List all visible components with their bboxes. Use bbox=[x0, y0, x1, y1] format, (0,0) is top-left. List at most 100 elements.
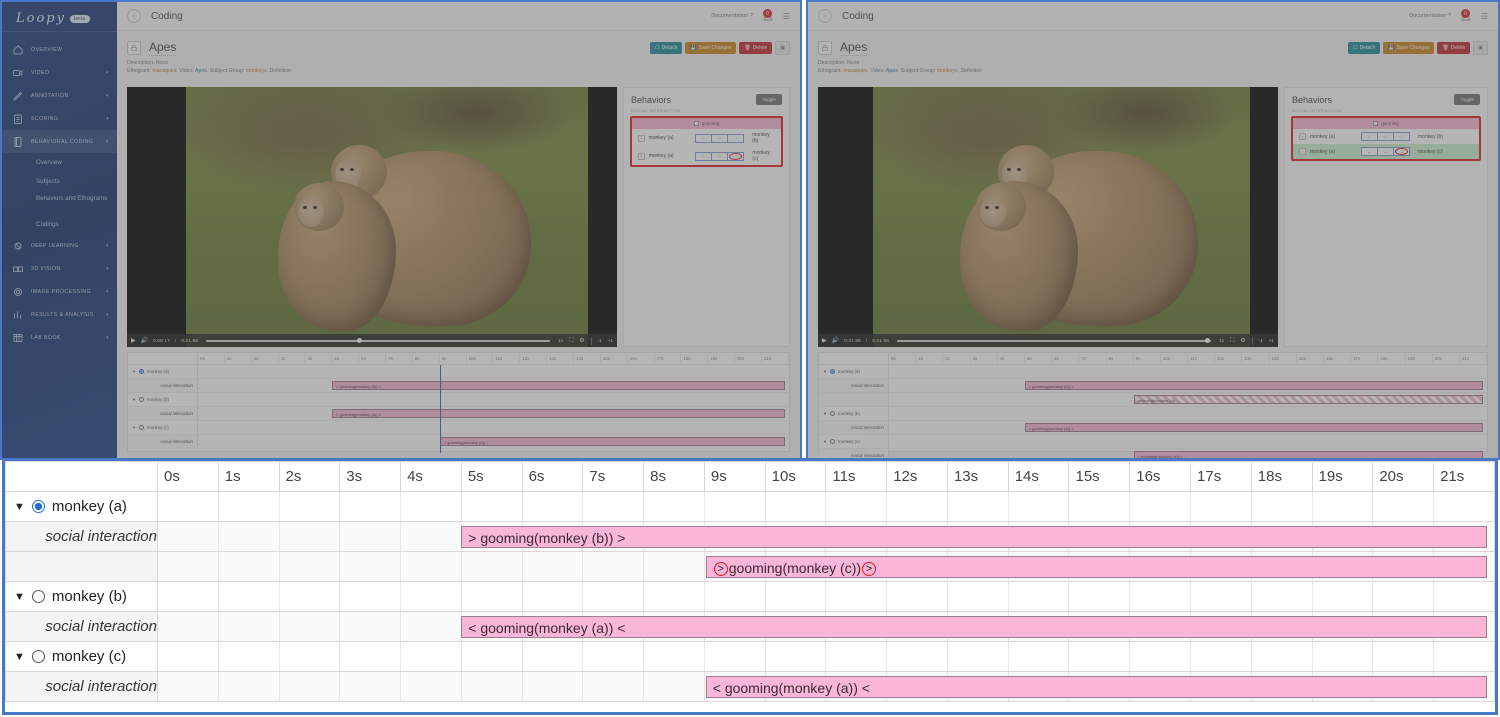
sidebar-subitem-codings[interactable]: Codings bbox=[2, 215, 117, 234]
subject-radio[interactable] bbox=[829, 411, 835, 416]
sidebar-subitem-overview[interactable]: Overview bbox=[2, 153, 117, 172]
subject-radio-selected[interactable] bbox=[31, 500, 45, 513]
subject-radio[interactable] bbox=[829, 369, 835, 374]
frame-forward-button[interactable]: +1 bbox=[1269, 338, 1274, 343]
sidebar-item-annotation[interactable]: ANNOTATION ▾ bbox=[2, 84, 117, 107]
playhead[interactable] bbox=[439, 365, 441, 453]
menu-icon[interactable]: ☰ bbox=[783, 12, 790, 21]
subject-toggle[interactable]: ▼ monkey (a) bbox=[6, 498, 157, 515]
timeline-subject-row[interactable]: ▼ monkey (a) bbox=[128, 365, 789, 379]
ethogram-link[interactable]: macaques bbox=[152, 68, 176, 74]
save-changes-button[interactable]: 💾 Save Changes bbox=[685, 42, 737, 54]
fullscreen-icon[interactable]: ⛶ bbox=[1230, 338, 1234, 344]
caret-icon[interactable]: ▼ bbox=[132, 397, 136, 402]
sidebar-item-results-analysis[interactable]: RESULTS & ANALYSIS ▾ bbox=[2, 303, 117, 326]
timeline-behavior-row[interactable]: social interaction < gooming(monkey (a))… bbox=[128, 407, 789, 421]
video-player[interactable] bbox=[818, 87, 1278, 347]
timeline-subject-row[interactable]: ▼ monkey (a) bbox=[819, 365, 1487, 379]
direction-arrows[interactable]: ← ↔ → bbox=[1361, 132, 1410, 141]
volume-icon[interactable]: 🔊 bbox=[141, 338, 148, 344]
video-player[interactable] bbox=[127, 87, 617, 347]
checkbox-icon[interactable] bbox=[1373, 121, 1379, 126]
behaviors-toggle-button[interactable]: Toggle bbox=[1454, 94, 1480, 105]
behavior-track[interactable]: > gooming(monkey (b)) > bbox=[157, 521, 1495, 552]
timeline-behavior-row[interactable]: social interaction < gooming(monkey (a))… bbox=[819, 421, 1487, 435]
track[interactable]: gooming(monkey (c)) bbox=[889, 393, 1487, 406]
timeline-behavior-row[interactable]: social interaction > gooming(monkey (b))… bbox=[819, 379, 1487, 393]
ethogram-link[interactable]: macaques bbox=[843, 68, 867, 74]
track[interactable] bbox=[889, 407, 1487, 420]
playback-speed[interactable]: 1x bbox=[558, 338, 563, 343]
table-row-subject[interactable]: ▼ monkey (a) bbox=[5, 491, 1495, 522]
table-row-behavior[interactable]: social interaction < gooming(monkey (a))… bbox=[5, 611, 1495, 642]
playback-speed[interactable]: 1x bbox=[1219, 338, 1224, 343]
arrow-left-button[interactable]: ← bbox=[695, 133, 713, 143]
caret-down-icon[interactable]: ▼ bbox=[14, 651, 25, 663]
arrow-both-button[interactable]: ↔ bbox=[711, 133, 729, 143]
sidebar-item-deep-learning[interactable]: DEEP LEARNING ▾ bbox=[2, 234, 117, 257]
seek-bar[interactable] bbox=[206, 337, 551, 343]
subject-radio[interactable] bbox=[31, 590, 45, 603]
arrow-right-button[interactable]: → bbox=[727, 133, 745, 143]
seek-bar[interactable] bbox=[897, 337, 1212, 343]
track[interactable]: > gooming(monkey (b)) > bbox=[198, 379, 789, 392]
table-row-subject[interactable]: ▼ monkey (b) bbox=[5, 581, 1495, 612]
arrow-right-button[interactable]: → bbox=[1393, 132, 1410, 141]
arrow-left-button[interactable]: ← bbox=[695, 151, 713, 161]
table-row-behavior[interactable]: social interaction < gooming(monkey (a))… bbox=[5, 671, 1495, 702]
volume-icon[interactable]: 🔊 bbox=[832, 338, 839, 344]
behavior-track[interactable]: < gooming(monkey (a)) < bbox=[157, 671, 1495, 702]
subject-radio[interactable] bbox=[31, 650, 45, 663]
start-marker-circled[interactable]: > bbox=[713, 562, 728, 577]
sidebar-item-overview[interactable]: OVERVIEW bbox=[2, 38, 117, 61]
detach-button[interactable]: ☐ Detach bbox=[1348, 42, 1381, 54]
sidebar-item-3d-vision[interactable]: 3D VISION ▾ bbox=[2, 257, 117, 280]
table-row-behavior-secondary[interactable]: > gooming(monkey (c)) > bbox=[5, 551, 1495, 582]
arrow-right-button[interactable]: → bbox=[1393, 147, 1410, 156]
timeline-behavior-row-ongoing[interactable]: gooming(monkey (c)) bbox=[819, 393, 1487, 407]
behavior-card-header[interactable]: gooming bbox=[1293, 118, 1479, 129]
direction-arrows[interactable]: ← ↔ → bbox=[695, 151, 745, 161]
frame-forward-button[interactable]: +1 bbox=[608, 338, 613, 343]
frame-back-button[interactable]: -1 bbox=[1259, 338, 1263, 343]
timeline-subject-row[interactable]: ▼ monkey (b) bbox=[128, 393, 789, 407]
direction-arrows[interactable]: ← ↔ → bbox=[1361, 147, 1410, 156]
notifications-bell[interactable]: 0 bbox=[1460, 9, 1472, 22]
settings-gear-icon[interactable]: ⚙ bbox=[1240, 338, 1245, 344]
subject-label-cell[interactable]: ▼ monkey (b) bbox=[128, 393, 198, 406]
caret-down-icon[interactable]: ▼ bbox=[14, 501, 25, 513]
detach-button[interactable]: ☐ Detach bbox=[650, 42, 683, 54]
track[interactable] bbox=[889, 365, 1487, 378]
caret-icon[interactable]: ▼ bbox=[823, 439, 827, 444]
subject-cell[interactable]: ▼ monkey (a) bbox=[5, 491, 158, 522]
subject-group-link[interactable]: monkeys bbox=[937, 68, 958, 74]
play-icon[interactable]: ▶ bbox=[822, 338, 827, 344]
subject-track[interactable] bbox=[157, 581, 1495, 612]
track[interactable]: > gooming(monkey (b)) > bbox=[889, 379, 1487, 392]
delete-button[interactable]: 🗑 Delete bbox=[739, 42, 773, 54]
video-link[interactable]: Apes bbox=[195, 68, 207, 74]
subject-group-link[interactable]: monkeys bbox=[246, 68, 267, 74]
arrow-both-button[interactable]: ↔ bbox=[711, 151, 729, 161]
behavior-bar[interactable]: > gooming(monkey (b)) > bbox=[1024, 381, 1484, 390]
subject-label-cell[interactable]: ▼ monkey (a) bbox=[128, 365, 198, 378]
behavior-card-header[interactable]: gooming bbox=[632, 118, 781, 129]
track[interactable] bbox=[198, 365, 789, 378]
behavior-bar[interactable]: > gooming(monkey (b)) > bbox=[332, 381, 786, 390]
video-link[interactable]: Apes bbox=[886, 68, 898, 74]
back-icon[interactable]: ‹ bbox=[127, 9, 141, 23]
subject-track[interactable] bbox=[157, 641, 1495, 672]
sidebar-item-lab-book[interactable]: LAB BOOK ▾ bbox=[2, 326, 117, 349]
behavior-bar-circled[interactable]: > gooming(monkey (c)) > bbox=[705, 556, 1488, 578]
track[interactable]: < gooming(monkey (a)) < bbox=[198, 435, 789, 448]
play-icon[interactable]: ▶ bbox=[131, 338, 136, 344]
documentation-link[interactable]: Documentation ? bbox=[1409, 13, 1451, 19]
subject-cell[interactable]: ▼ monkey (c) bbox=[5, 641, 158, 672]
frame-back-button[interactable]: -1 bbox=[598, 338, 602, 343]
arrow-left-button[interactable]: ← bbox=[1361, 132, 1378, 141]
sidebar-item-video[interactable]: VIDEO ▾ bbox=[2, 61, 117, 84]
timeline-behavior-row[interactable]: social interaction < gooming(monkey (a))… bbox=[128, 435, 789, 449]
seek-knob[interactable] bbox=[1204, 337, 1210, 343]
subject-radio[interactable] bbox=[829, 439, 835, 444]
fullscreen-icon[interactable]: ⛶ bbox=[569, 338, 573, 344]
